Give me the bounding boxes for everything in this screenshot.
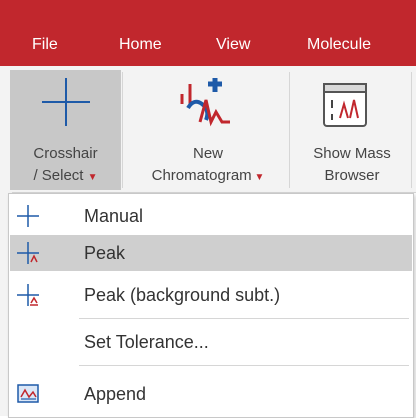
new-chromatogram-button[interactable]: New Chromatogram ▼ <box>128 70 288 190</box>
show-mass-browser-button[interactable]: Show Mass Browser <box>294 70 410 190</box>
menu-item-label: Append <box>84 384 147 404</box>
ribbon-separator <box>411 72 412 188</box>
menu-molecule[interactable]: Molecule <box>307 35 371 55</box>
crosshair-icon <box>17 205 39 227</box>
ribbon-separator <box>122 72 123 188</box>
mass-browser-icon <box>323 83 367 127</box>
ribbon-separator <box>289 72 290 188</box>
menu-file[interactable]: File <box>32 35 58 55</box>
crosshair-select-button[interactable]: Crosshair / Select ▼ <box>10 70 121 190</box>
menu-item-peak[interactable]: Peak <box>10 235 412 271</box>
menu-item-label: Peak (background subt.) <box>84 285 281 305</box>
peak-background-crosshair-icon <box>17 284 39 306</box>
new-chromatogram-label-line2: Chromatogram ▼ <box>151 167 265 184</box>
menu-item-label: Manual <box>84 206 144 226</box>
menu-separator <box>79 318 409 319</box>
menu-item-manual[interactable]: Manual <box>10 198 412 234</box>
mass-browser-label-line1: Show Mass <box>313 145 391 162</box>
crosshair-label-line1: Crosshair <box>33 145 98 162</box>
menu-separator <box>79 365 409 366</box>
menu-item-label: Set Tolerance... <box>84 332 209 352</box>
dropdown-arrow-icon: ▼ <box>251 172 265 183</box>
append-icon <box>17 384 39 403</box>
new-chromatogram-label-line1: New <box>192 145 223 162</box>
crosshair-dropdown-menu: Manual Peak Peak (background subt.) Set … <box>8 193 414 418</box>
peak-crosshair-icon <box>17 242 39 264</box>
chromatogram-icon <box>180 78 230 127</box>
menu-bar: File Home View Molecule <box>0 0 416 66</box>
menu-home[interactable]: Home <box>119 35 162 55</box>
menu-item-append[interactable]: Append <box>10 376 412 412</box>
menu-item-label: Peak <box>84 243 126 263</box>
menu-item-set-tolerance[interactable]: Set Tolerance... <box>10 324 412 360</box>
dropdown-arrow-icon: ▼ <box>87 172 98 183</box>
menu-item-peak-background-subt[interactable]: Peak (background subt.) <box>10 277 412 313</box>
menu-view[interactable]: View <box>216 35 250 55</box>
crosshair-label-line2: / Select ▼ <box>33 167 98 184</box>
crosshair-icon <box>42 78 90 126</box>
mass-browser-label-line2: Browser <box>324 167 380 184</box>
